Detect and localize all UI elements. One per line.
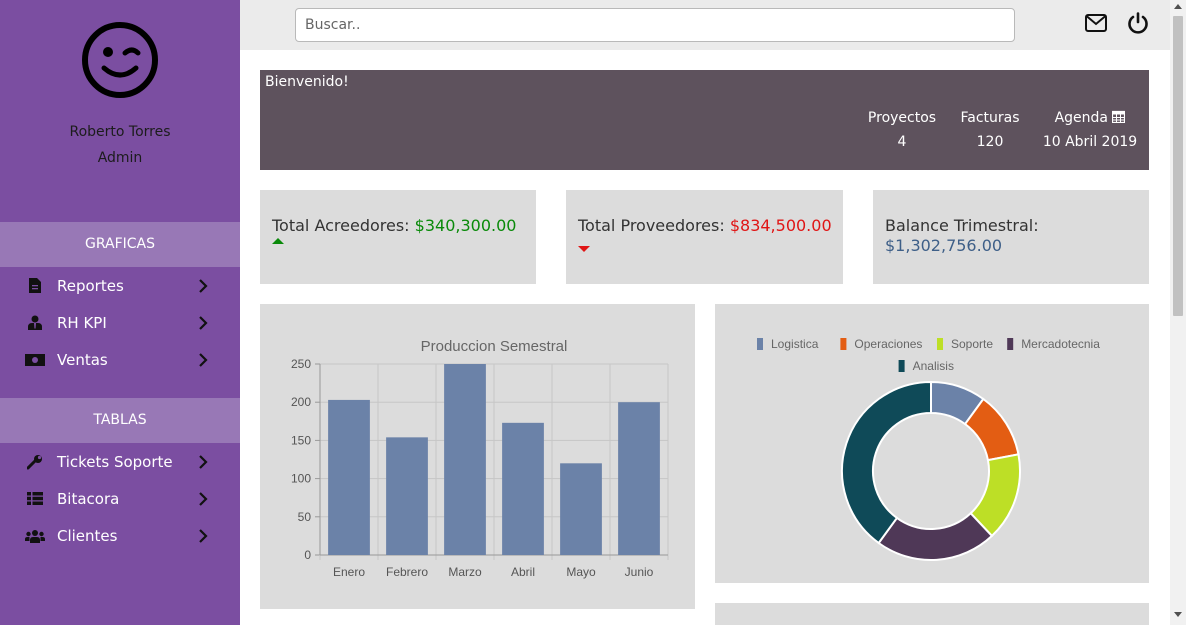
x-tick-label: Mayo (566, 565, 596, 579)
user-tie-icon (25, 315, 45, 331)
trend-down-icon (578, 246, 590, 252)
money-icon (25, 352, 45, 368)
bar (328, 399, 370, 555)
sidebar-item-clientes[interactable]: Clientes (0, 517, 240, 554)
sidebar-item-label: RH KPI (57, 313, 107, 332)
winking-face-avatar (82, 22, 158, 98)
bar-chart-panel: Produccion Semestral 0 50 100 150 200 250 Enero… (260, 304, 695, 609)
legend-label: Operaciones (854, 337, 922, 351)
chevron-right-icon (199, 315, 208, 330)
bar (618, 402, 660, 555)
sidebar: Roberto Torres Admin GRAFICAS Reportes R… (0, 0, 240, 625)
scroll-thumb[interactable] (1173, 16, 1183, 316)
stat-label: Proyectos (867, 110, 937, 126)
legend-swatch (1007, 338, 1014, 350)
kpi-card-balance: Balance Trimestral: $1,302,756.00 (873, 190, 1149, 284)
chevron-right-icon (199, 278, 208, 293)
bar (560, 463, 602, 555)
welcome-title: Bienvenido! (265, 74, 349, 90)
power-icon[interactable] (1127, 12, 1149, 34)
sidebar-item-label: Bitacora (57, 489, 120, 508)
stat-proyectos[interactable]: Proyectos 4 (858, 110, 946, 150)
trend-up-icon (272, 238, 284, 244)
sidebar-item-reportes[interactable]: Reportes (0, 267, 240, 304)
bar (444, 364, 486, 555)
legend-swatch (757, 338, 763, 350)
kpi-label: Balance Trimestral: (885, 216, 1039, 235)
section-header-graficas: GRAFICAS (0, 222, 240, 267)
user-name: Roberto Torres (69, 124, 171, 140)
mail-icon[interactable] (1085, 14, 1107, 32)
stat-facturas[interactable]: Facturas 120 (950, 110, 1030, 150)
scroll-down-arrow-icon[interactable] (1174, 612, 1182, 617)
search-input[interactable] (295, 8, 1015, 42)
kpi-value: $1,302,756.00 (885, 236, 1003, 255)
bar-chart: Produccion Semestral 0 50 100 150 200 250 Enero… (291, 338, 669, 579)
donut-slice (841, 380, 932, 545)
chevron-right-icon (199, 528, 208, 543)
file-icon (25, 278, 45, 294)
donut-chart: Logistica Operaciones Soporte Mercadotecnia… (757, 337, 1100, 561)
scroll-up-arrow-icon[interactable] (1174, 4, 1182, 9)
y-tick-label: 250 (291, 357, 311, 371)
legend-swatch (937, 338, 943, 350)
y-tick-label: 100 (291, 472, 311, 486)
kpi-label: Total Proveedores: (578, 216, 725, 235)
user-role: Admin (97, 150, 143, 166)
sidebar-item-rh-kpi[interactable]: RH KPI (0, 304, 240, 341)
kpi-value: $834,500.00 (729, 216, 832, 235)
chevron-right-icon (199, 491, 208, 506)
sidebar-item-bitacora[interactable]: Bitacora (0, 480, 240, 517)
page-scrollbar[interactable] (1170, 0, 1186, 625)
kpi-card-acreedores: Total Acreedores: $340,300.00 (260, 190, 536, 284)
y-tick-label: 50 (298, 510, 312, 524)
users-icon (25, 528, 45, 544)
bar (386, 437, 428, 555)
sidebar-item-label: Tickets Soporte (57, 452, 173, 471)
sidebar-item-label: Ventas (57, 350, 108, 369)
legend-label: Analisis (913, 359, 954, 373)
stat-label: Facturas (960, 110, 1020, 126)
y-tick-label: 200 (291, 395, 311, 409)
x-tick-label: Enero (333, 565, 365, 579)
y-tick-label: 150 (291, 433, 311, 447)
kpi-label: Total Acreedores: (272, 216, 410, 235)
kpi-card-proveedores: Total Proveedores: $834,500.00 (566, 190, 843, 284)
next-panel (715, 603, 1149, 625)
y-tick-label: 0 (304, 548, 311, 562)
stat-agenda[interactable]: Agenda 10 Abril 2019 (1038, 110, 1142, 150)
stat-value: 120 (976, 134, 1004, 150)
sidebar-item-label: Reportes (57, 276, 124, 295)
legend-label: Logistica (771, 337, 819, 351)
x-tick-label: Marzo (448, 565, 482, 579)
x-tick-label: Junio (625, 565, 654, 579)
calendar-icon (1112, 110, 1126, 124)
bar (502, 422, 544, 555)
wrench-icon (25, 454, 45, 470)
sidebar-item-ventas[interactable]: Ventas (0, 341, 240, 378)
welcome-banner: Bienvenido! Proyectos 4 Facturas 120 Age… (260, 70, 1149, 170)
stat-label: Agenda (1054, 110, 1108, 126)
x-tick-label: Febrero (386, 565, 428, 579)
chart-title: Produccion Semestral (421, 338, 568, 355)
legend-label: Mercadotecnia (1021, 337, 1100, 351)
stat-value: 10 Abril 2019 (1042, 134, 1138, 150)
chevron-right-icon (199, 454, 208, 469)
stat-value: 4 (897, 134, 907, 150)
donut-chart-panel: Logistica Operaciones Soporte Mercadotecnia… (715, 304, 1149, 583)
legend-swatch (840, 338, 847, 350)
legend-label: Soporte (951, 337, 993, 351)
x-tick-label: Abril (511, 565, 535, 579)
chevron-right-icon (199, 352, 208, 367)
sidebar-item-tickets-soporte[interactable]: Tickets Soporte (0, 443, 240, 480)
section-header-tablas: TABLAS (0, 398, 240, 443)
list-icon (25, 491, 45, 507)
sidebar-item-label: Clientes (57, 526, 118, 545)
kpi-value: $340,300.00 (414, 216, 517, 235)
legend-swatch (898, 360, 905, 372)
topbar (240, 0, 1170, 50)
